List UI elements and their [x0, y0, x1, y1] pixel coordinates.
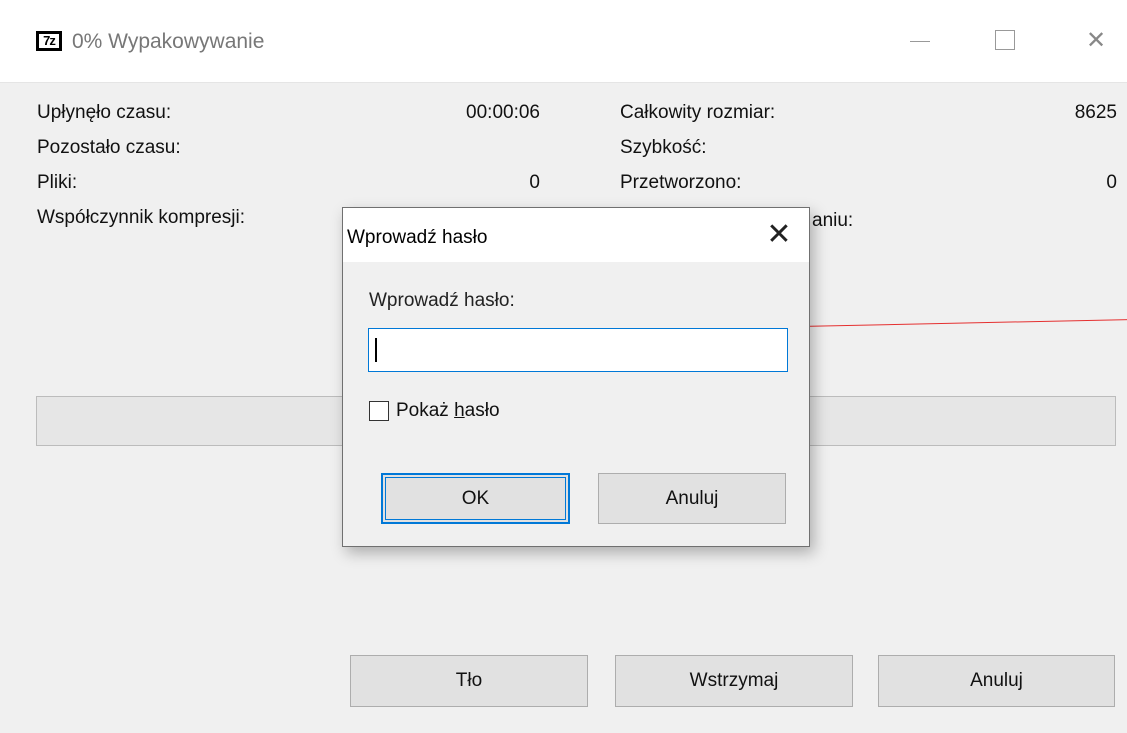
window-titlebar: 7z 0% Wypakowywanie ✕	[0, 0, 1127, 83]
remaining-label: Pozostało czasu:	[37, 137, 181, 158]
dialog-close-button[interactable]: ✕	[761, 217, 797, 253]
partially-hidden-label: aniu:	[812, 210, 854, 231]
minimize-button[interactable]	[898, 22, 942, 60]
total-size-value: 8625	[1074, 102, 1117, 123]
password-input[interactable]	[368, 328, 788, 372]
close-icon: ✕	[1085, 27, 1107, 54]
background-button[interactable]: Tło	[350, 655, 588, 707]
elapsed-label: Upłynęło czasu:	[37, 102, 172, 123]
files-value: 0	[529, 172, 540, 193]
7zip-logo-icon: 7z	[36, 31, 62, 51]
elapsed-value: 00:00:06	[466, 102, 540, 123]
window-title: 0% Wypakowywanie	[72, 30, 265, 53]
dialog-cancel-button[interactable]: Anuluj	[598, 473, 786, 524]
total-size-label: Całkowity rozmiar:	[620, 102, 776, 123]
password-dialog: Wprowadź hasło ✕ Wprowadź hasło: Pokaż h…	[342, 207, 810, 547]
text-caret	[375, 338, 377, 362]
processed-value: 0	[1106, 172, 1117, 193]
maximize-icon	[995, 30, 1015, 50]
processed-label: Przetworzono:	[620, 172, 742, 193]
speed-label: Szybkość:	[620, 137, 707, 158]
close-button[interactable]: ✕	[1074, 22, 1118, 60]
files-label: Pliki:	[37, 172, 78, 193]
password-prompt-label: Wprowadź hasło:	[369, 290, 515, 311]
dialog-title: Wprowadź hasło	[347, 227, 488, 248]
show-password-label[interactable]: Pokaż hasło	[396, 400, 500, 422]
show-password-checkbox[interactable]	[369, 401, 389, 421]
dialog-titlebar: Wprowadź hasło ✕	[343, 208, 809, 262]
maximize-button[interactable]	[982, 22, 1026, 60]
pause-button[interactable]: Wstrzymaj	[615, 655, 853, 707]
ok-button[interactable]: OK	[381, 473, 570, 524]
compression-ratio-label: Współczynnik kompresji:	[37, 207, 245, 228]
minimize-icon	[910, 41, 930, 42]
dialog-close-icon: ✕	[766, 218, 792, 251]
cancel-button[interactable]: Anuluj	[878, 655, 1115, 707]
